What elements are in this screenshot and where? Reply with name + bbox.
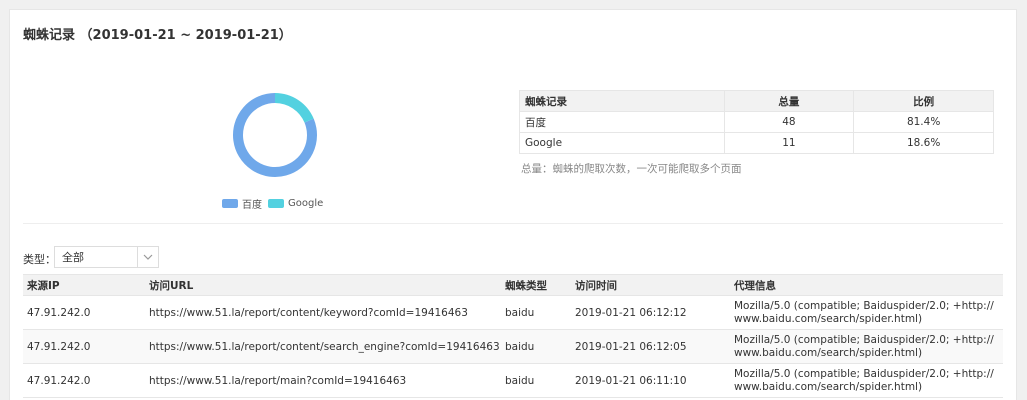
summary-header-row: 蜘蛛记录 总量 比例 xyxy=(519,90,994,112)
header-visit-time: 访问时间 xyxy=(571,274,730,296)
summary-row: Google 11 18.6% xyxy=(519,132,994,154)
type-filter-value: 全部 xyxy=(62,251,84,264)
cell-spider-type: baidu xyxy=(501,329,571,364)
cell-url: https://www.51.la/report/main?comId=1941… xyxy=(145,363,501,398)
summary-note: 总量：蜘蛛的爬取次数，一次可能爬取多个页面 xyxy=(521,163,742,175)
cell-visit-time: 2019-01-21 06:11:10 xyxy=(571,363,730,398)
legend-item-baidu[interactable]: 百度 xyxy=(222,196,262,211)
donut-slice-google[interactable] xyxy=(274,89,314,129)
header-url: 访问URL xyxy=(145,274,501,296)
type-filter-label: 类型： xyxy=(23,253,56,266)
table-row: 47.91.242.0 https://www.51.la/report/con… xyxy=(23,329,1003,364)
cell-spider-type: baidu xyxy=(501,363,571,398)
records-table: 来源IP 访问URL 蜘蛛类型 访问时间 代理信息 47.91.242.0 ht… xyxy=(23,274,1003,398)
type-filter-select[interactable]: 全部 xyxy=(54,246,159,268)
header-source-ip: 来源IP xyxy=(23,274,145,296)
page-title: 蜘蛛记录 （2019-01-21 ~ 2019-01-21） xyxy=(23,28,292,43)
summary-row: 百度 48 81.4% xyxy=(519,111,994,133)
legend-item-google[interactable]: Google xyxy=(268,198,323,209)
summary-header-spider: 蜘蛛记录 xyxy=(519,90,725,112)
cell-url: https://www.51.la/report/content/keyword… xyxy=(145,295,501,330)
summary-cell-ratio: 81.4% xyxy=(853,111,994,133)
cell-ip: 47.91.242.0 xyxy=(23,295,145,330)
summary-header-total: 总量 xyxy=(723,90,855,112)
summary-cell-ratio: 18.6% xyxy=(853,132,994,154)
spider-donut-chart xyxy=(227,87,324,184)
summary-header-ratio: 比例 xyxy=(853,90,994,112)
summary-cell-spider: Google xyxy=(519,132,725,154)
cell-spider-type: baidu xyxy=(501,295,571,330)
summary-table: 蜘蛛记录 总量 比例 百度 48 81.4% Google 11 18.6% xyxy=(519,90,994,154)
cell-url: https://www.51.la/report/content/search_… xyxy=(145,329,501,364)
donut-slice-百度[interactable] xyxy=(227,87,324,184)
summary-cell-total: 11 xyxy=(723,132,855,154)
cell-user-agent: Mozilla/5.0 (compatible; Baiduspider/2.0… xyxy=(730,363,1003,398)
summary-cell-total: 48 xyxy=(723,111,855,133)
table-row: 47.91.242.0 https://www.51.la/report/mai… xyxy=(23,363,1003,398)
records-header-row: 来源IP 访问URL 蜘蛛类型 访问时间 代理信息 xyxy=(23,274,1003,296)
legend-label-baidu: 百度 xyxy=(242,200,262,211)
header-spider-type: 蜘蛛类型 xyxy=(501,274,571,296)
chevron-down-icon xyxy=(137,247,158,267)
summary-cell-spider: 百度 xyxy=(519,111,725,133)
header-user-agent: 代理信息 xyxy=(730,274,1003,296)
legend-swatch-google xyxy=(268,199,284,208)
cell-user-agent: Mozilla/5.0 (compatible; Baiduspider/2.0… xyxy=(730,295,1003,330)
cell-ip: 47.91.242.0 xyxy=(23,363,145,398)
cell-visit-time: 2019-01-21 06:12:12 xyxy=(571,295,730,330)
chart-legend: 百度 Google xyxy=(222,196,329,211)
cell-visit-time: 2019-01-21 06:12:05 xyxy=(571,329,730,364)
section-divider xyxy=(23,223,1003,224)
legend-label-google: Google xyxy=(288,198,324,209)
spider-records-card: 蜘蛛记录 （2019-01-21 ~ 2019-01-21） 百度 Google… xyxy=(9,9,1017,400)
table-row: 47.91.242.0 https://www.51.la/report/con… xyxy=(23,295,1003,330)
cell-user-agent: Mozilla/5.0 (compatible; Baiduspider/2.0… xyxy=(730,329,1003,364)
cell-ip: 47.91.242.0 xyxy=(23,329,145,364)
legend-swatch-baidu xyxy=(222,199,238,208)
